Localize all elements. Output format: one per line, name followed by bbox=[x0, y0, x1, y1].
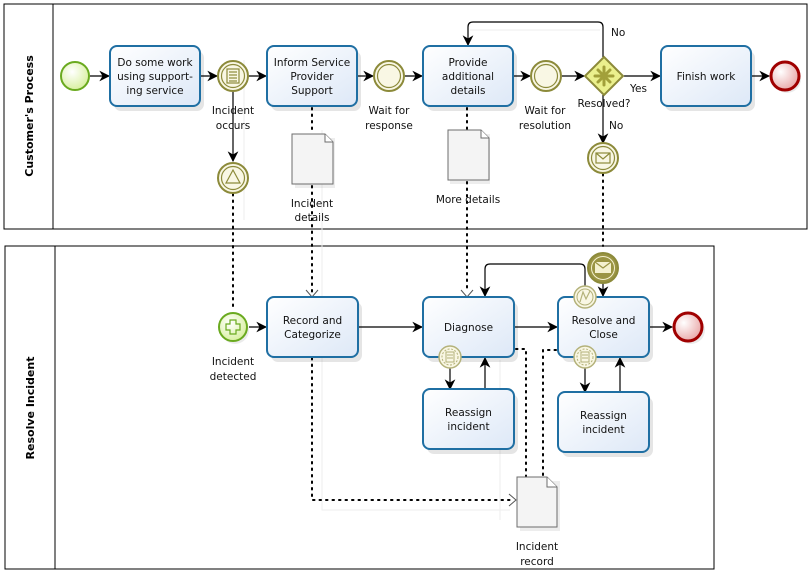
task-box bbox=[422, 388, 515, 450]
wait-resolution-label-1: Wait for bbox=[525, 105, 567, 117]
incident-detected-label-2: detected bbox=[210, 371, 257, 383]
start-event-circle bbox=[218, 312, 248, 342]
boundary-event-conditional-diagnose[interactable] bbox=[438, 345, 462, 369]
incident-details-label-1: Incident bbox=[291, 198, 333, 210]
task-reassign-incident-1[interactable]: Reassign incident bbox=[422, 388, 518, 454]
incident-occurs-label-1: Incident bbox=[212, 105, 254, 117]
task-label: Close bbox=[589, 329, 618, 341]
task-box bbox=[266, 296, 359, 358]
task-inform-service-provider[interactable]: Inform Service Provider Support bbox=[266, 45, 361, 111]
task-label: Diagnose bbox=[444, 322, 493, 334]
gateway-yes-label: Yes bbox=[629, 83, 647, 95]
gateway-no-top-label: No bbox=[611, 27, 625, 39]
wait-response-label-1: Wait for bbox=[369, 105, 411, 117]
gateway-label: Resolved? bbox=[577, 98, 630, 110]
event-outer-circle bbox=[587, 142, 619, 174]
task-box bbox=[557, 296, 650, 358]
task-finish-work[interactable]: Finish work bbox=[660, 45, 755, 111]
task-box bbox=[557, 391, 650, 453]
incident-record-label-1: Incident bbox=[516, 541, 558, 553]
task-record-and-categorize[interactable]: Record and Categorize bbox=[266, 296, 362, 362]
start-event-circle bbox=[60, 61, 90, 91]
task-reassign-incident-2[interactable]: Reassign incident bbox=[557, 391, 653, 457]
start-event-customer[interactable] bbox=[60, 61, 90, 91]
incident-occurs-label-2: occurs bbox=[216, 120, 250, 132]
boundary-event-escalation[interactable] bbox=[573, 285, 597, 309]
task-label: details bbox=[451, 85, 486, 97]
task-label: Record and bbox=[283, 315, 342, 327]
bpmn-diagram: Customer's Process Resolve Incident Inci… bbox=[3, 3, 808, 570]
end-event-resolve[interactable] bbox=[672, 311, 705, 344]
task-label: Provide bbox=[449, 57, 488, 69]
task-do-some-work[interactable]: Do some work using support-ing service bbox=[109, 45, 204, 111]
task-label: Provider bbox=[290, 71, 334, 83]
task-label: Finish work bbox=[677, 71, 737, 83]
boundary-event-conditional-resolve[interactable] bbox=[573, 345, 597, 369]
task-label: incident bbox=[447, 421, 489, 433]
task-label: incident bbox=[582, 424, 624, 436]
task-label: Support bbox=[291, 85, 333, 97]
end-event-circle bbox=[672, 311, 704, 343]
more-details-label: More details bbox=[436, 194, 500, 206]
intermediate-event-signal[interactable] bbox=[217, 162, 249, 194]
end-event-circle bbox=[769, 60, 801, 92]
lane-customer-title: Customer's Process bbox=[23, 55, 36, 177]
task-label: additional bbox=[442, 71, 494, 83]
event-outer-circle bbox=[530, 60, 562, 92]
task-resolve-and-close[interactable]: Resolve and Close bbox=[557, 296, 653, 362]
incident-record-label-2: record bbox=[520, 556, 554, 568]
task-label: Resolve and bbox=[572, 315, 636, 327]
task-label: ing service bbox=[126, 85, 183, 97]
task-label: Categorize bbox=[284, 329, 341, 341]
task-label: Do some work bbox=[117, 57, 193, 69]
incident-details-label-2: details bbox=[295, 212, 330, 224]
gateway-no-bottom-label: No bbox=[609, 120, 623, 132]
task-label: Reassign bbox=[580, 410, 627, 422]
envelope-filled-icon bbox=[594, 261, 612, 273]
asterisk-icon bbox=[593, 65, 615, 87]
task-provide-additional-details[interactable]: Provide additional details bbox=[422, 45, 517, 111]
event-outer-circle bbox=[217, 162, 249, 194]
wait-resolution-label-2: resolution bbox=[519, 120, 571, 132]
intermediate-event-message-throw[interactable] bbox=[587, 252, 619, 284]
task-label: Reassign bbox=[445, 407, 492, 419]
task-diagnose[interactable]: Diagnose bbox=[422, 296, 518, 362]
task-label: using support- bbox=[117, 71, 193, 83]
intermediate-event-message-catch[interactable] bbox=[587, 142, 619, 174]
event-outer-circle bbox=[217, 60, 249, 92]
wait-response-label-2: response bbox=[365, 120, 413, 132]
task-label: Inform Service bbox=[274, 57, 350, 69]
incident-detected-label-1: Incident bbox=[212, 356, 254, 368]
event-outer-circle bbox=[373, 60, 405, 92]
lane-resolve-title: Resolve Incident bbox=[24, 357, 37, 460]
